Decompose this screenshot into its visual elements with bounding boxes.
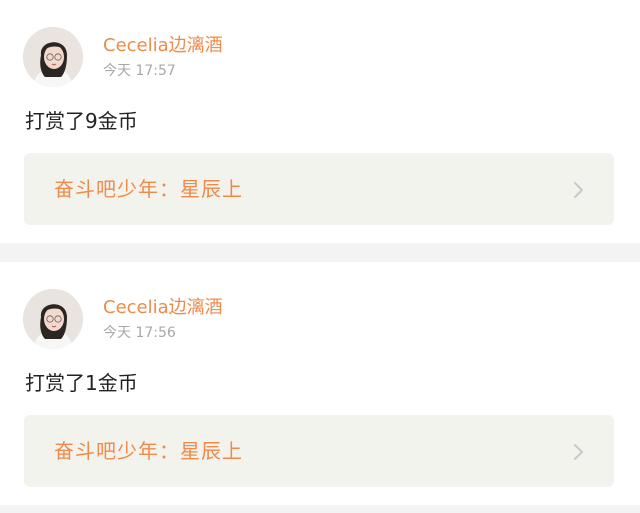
timestamp: 今天 17:56: [103, 325, 176, 341]
chevron-right-icon: [574, 182, 583, 198]
message-text: 打赏了1金币: [25, 371, 138, 395]
linked-story-card[interactable]: 奋斗吧少年：星辰上: [24, 153, 614, 225]
timestamp: 今天 17:57: [103, 63, 176, 79]
user-avatar-icon: [23, 27, 83, 87]
username[interactable]: Cecelia边漓酒: [103, 297, 223, 319]
user-avatar-icon: [23, 289, 83, 349]
message-text: 打赏了9金币: [25, 109, 138, 133]
linked-story-card[interactable]: 奋斗吧少年：星辰上: [24, 415, 614, 487]
feed-item: Cecelia边漓酒 今天 17:57 打赏了9金币 奋斗吧少年：星辰上: [0, 0, 640, 243]
separator: [0, 243, 640, 262]
chevron-right-icon: [574, 444, 583, 460]
linked-story-title: 奋斗吧少年：星辰上: [54, 439, 243, 463]
avatar[interactable]: [23, 27, 83, 87]
separator: [0, 505, 640, 513]
username[interactable]: Cecelia边漓酒: [103, 35, 223, 57]
avatar[interactable]: [23, 289, 83, 349]
linked-story-title: 奋斗吧少年：星辰上: [54, 177, 243, 201]
feed-item: Cecelia边漓酒 今天 17:56 打赏了1金币 奋斗吧少年：星辰上: [0, 262, 640, 505]
